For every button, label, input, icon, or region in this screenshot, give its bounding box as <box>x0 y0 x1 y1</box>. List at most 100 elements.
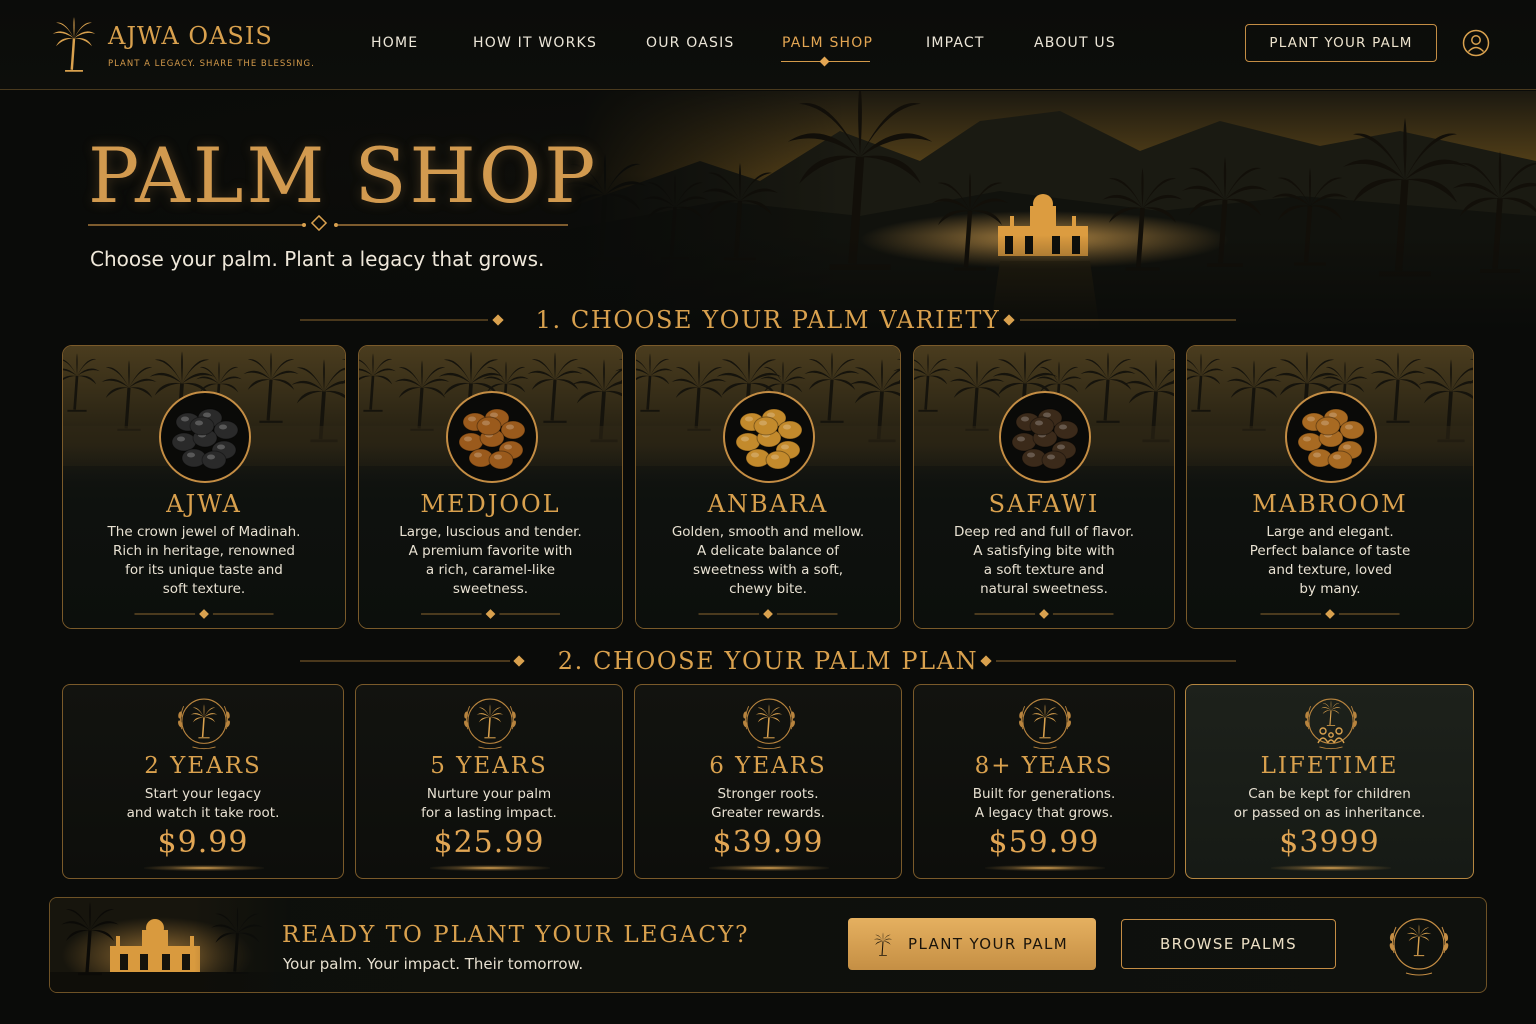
browse-palms-button[interactable]: BROWSE PALMS <box>1121 919 1336 969</box>
variety-heading-text: 1. CHOOSE YOUR PALM VARIETY <box>535 306 1001 334</box>
variety-card-safawi[interactable]: SAFAWI Deep red and full of flavor. A sati… <box>913 345 1175 629</box>
variety-description-line: Rich in heritage, renowned <box>112 543 296 559</box>
dates-icon <box>445 391 538 483</box>
variety-name: SAFAWI <box>988 490 1100 518</box>
nav-our-oasis[interactable]: OUR OASIS <box>646 35 735 51</box>
card-ornament <box>1260 609 1400 619</box>
page-subtitle: Choose your palm. Plant a legacy that gr… <box>90 247 545 271</box>
variety-description-line: Large and elegant. <box>1266 524 1394 540</box>
variety-description: The crown jewel of Madinah. Rich in herit… <box>63 523 345 599</box>
nav-palm-shop[interactable]: PALM SHOP <box>782 35 873 51</box>
plan-description: Built for generations. A legacy that grow… <box>914 785 1174 823</box>
plan-title: LIFETIME <box>1260 753 1399 779</box>
plan-card-6-years[interactable]: 6 YEARS Stronger roots. Greater rewards. $3… <box>634 684 902 879</box>
nav-about-us[interactable]: ABOUT US <box>1034 35 1116 51</box>
plan-description-line: Nurture your palm <box>426 786 552 802</box>
banner-subtitle: Your palm. Your impact. Their tomorrow. <box>283 955 584 973</box>
plan-description: Can be kept for children or passed on as … <box>1186 785 1473 823</box>
plan-price: $39.99 <box>712 825 824 860</box>
card-ornament <box>698 609 838 619</box>
dates-icon <box>999 391 1091 483</box>
banner-title: READY TO PLANT YOUR LEGACY? <box>282 922 750 948</box>
plan-price: $25.99 <box>433 825 545 860</box>
header-plant-your-palm-button[interactable]: PLANT YOUR PALM <box>1245 24 1437 62</box>
main-nav: HOME HOW IT WORKS OUR OASIS PALM SHOP IM… <box>340 0 1140 90</box>
plan-heading-text: 2. CHOOSE YOUR PALM PLAN <box>557 647 979 675</box>
variety-card-anbara[interactable]: ANBARA Golden, smooth and mellow. A delica… <box>635 345 901 629</box>
variety-description: Golden, smooth and mellow. A delicate bal… <box>636 523 900 599</box>
card-ornament <box>421 609 560 619</box>
variety-description-line: by many. <box>1299 581 1361 597</box>
price-glow <box>985 865 1105 871</box>
dates-icon <box>723 391 815 483</box>
plan-description-line: Can be kept for children <box>1248 786 1411 802</box>
palm-laurel-emblem-icon <box>1388 918 1450 976</box>
plan-description-line: Built for generations. <box>972 786 1116 802</box>
plan-price: $9.99 <box>157 825 249 860</box>
family-palm-emblem-icon <box>1303 698 1358 750</box>
user-icon[interactable] <box>1462 29 1490 57</box>
plan-section-heading: 2. CHOOSE YOUR PALM PLAN <box>0 643 1536 679</box>
palm-laurel-emblem-icon <box>741 698 797 750</box>
variety-description-line: Perfect balance of taste <box>1249 543 1411 559</box>
plan-card-lifetime[interactable]: LIFETIME Can be kept for children or passe… <box>1185 684 1474 879</box>
variety-description-line: sweetness with a soft, <box>692 562 844 578</box>
variety-description-line: Deep red and full of flavor. <box>953 524 1134 540</box>
oasis-palace-thumbnail <box>50 898 290 992</box>
price-glow <box>1270 865 1391 871</box>
variety-card-medjool[interactable]: MEDJOOL Large, luscious and tender. A prem… <box>358 345 623 629</box>
plan-description-line: Greater rewards. <box>711 805 825 821</box>
plan-description-line: A legacy that grows. <box>974 805 1114 821</box>
palm-icon <box>873 932 893 956</box>
variety-name: MABROOM <box>1252 490 1408 518</box>
variety-description-line: A delicate balance of <box>697 543 839 559</box>
variety-name: AJWA <box>166 490 242 518</box>
palm-laurel-emblem-icon <box>462 698 518 750</box>
nav-impact[interactable]: IMPACT <box>926 35 985 51</box>
card-ornament <box>134 609 274 619</box>
variety-description-line: A satisfying bite with <box>973 543 1115 559</box>
brand-logo[interactable]: AJWA OASIS PLANT A LEGACY. SHARE THE BLE… <box>48 14 314 74</box>
price-glow <box>144 865 264 871</box>
plan-description-line: and watch it take root. <box>126 805 280 821</box>
plan-price: $59.99 <box>988 825 1100 860</box>
nav-how-it-works[interactable]: HOW IT WORKS <box>473 35 597 51</box>
variety-name: ANBARA <box>707 490 829 518</box>
brand-name: AJWA OASIS <box>108 22 273 50</box>
plan-description: Start your legacy and watch it take root. <box>63 785 343 823</box>
title-divider <box>88 215 568 232</box>
variety-description-line: a rich, caramel-like <box>425 562 556 578</box>
plan-card-2-years[interactable]: 2 YEARS Start your legacy and watch it tak… <box>62 684 344 879</box>
hero-section: PALM SHOP Choose your palm. Plant a lega… <box>0 91 1536 331</box>
plan-title: 8+ YEARS <box>974 753 1114 779</box>
brand-tagline: PLANT A LEGACY. SHARE THE BLESSING. <box>108 59 315 69</box>
variety-description-line: Golden, smooth and mellow. <box>671 524 865 540</box>
plan-description-line: Stronger roots. <box>717 786 819 802</box>
plan-card-8-years[interactable]: 8+ YEARS Built for generations. A legacy t… <box>913 684 1175 879</box>
plan-price: $3999 <box>1279 825 1380 860</box>
variety-description-line: Large, luscious and tender. <box>399 524 582 540</box>
variety-description-line: sweetness. <box>452 581 529 597</box>
variety-description: Large, luscious and tender. A premium fav… <box>359 523 622 599</box>
variety-description: Large and elegant. Perfect balance of tas… <box>1187 523 1473 599</box>
variety-description: Deep red and full of flavor. A satisfying… <box>914 523 1174 599</box>
variety-description-line: natural sweetness. <box>980 581 1108 597</box>
price-glow <box>709 865 829 871</box>
plant-your-palm-label: PLANT YOUR PALM <box>908 935 1069 953</box>
plan-title: 2 YEARS <box>144 753 262 779</box>
variety-card-ajwa[interactable]: AJWA The crown jewel of Madinah. Rich in h… <box>62 345 346 629</box>
variety-section-heading: 1. CHOOSE YOUR PALM VARIETY <box>0 302 1536 338</box>
plan-title: 6 YEARS <box>709 753 827 779</box>
plan-description-line: for a lasting impact. <box>421 805 557 821</box>
plan-card-5-years[interactable]: 5 YEARS Nurture your palm for a lasting im… <box>355 684 623 879</box>
palm-logo-icon <box>51 16 97 72</box>
variety-description-line: soft texture. <box>162 581 246 597</box>
nav-home[interactable]: HOME <box>371 35 418 51</box>
variety-card-mabroom[interactable]: MABROOM Large and elegant. Perfect balance… <box>1186 345 1474 629</box>
variety-description-line: a soft texture and <box>983 562 1105 578</box>
cta-banner: READY TO PLANT YOUR LEGACY? Your palm. Y… <box>49 897 1487 993</box>
plant-your-palm-button[interactable]: PLANT YOUR PALM <box>848 918 1096 970</box>
variety-name: MEDJOOL <box>420 490 561 518</box>
variety-description-line: The crown jewel of Madinah. <box>107 524 301 540</box>
card-ornament <box>974 609 1114 619</box>
